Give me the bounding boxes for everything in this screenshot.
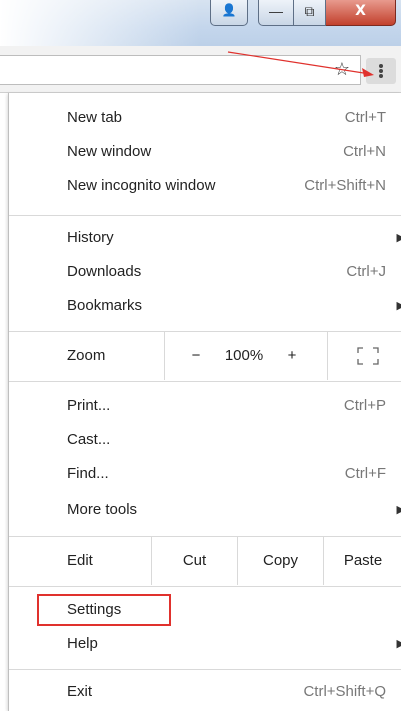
menu-separator [9, 215, 401, 216]
menu-item-shortcut: Ctrl+Shift+Q [303, 683, 386, 700]
menu-item-label: Cast... [67, 431, 111, 448]
paste-button[interactable]: Paste [324, 537, 401, 585]
edit-row: Edit Cut Copy Paste [9, 537, 401, 585]
restore-icon: ⧉ [304, 3, 315, 19]
close-icon: X [355, 3, 366, 19]
menu-item-label: Print... [67, 397, 111, 414]
menu-item-label: Bookmarks [67, 297, 143, 314]
menu-dot-icon [379, 69, 383, 73]
menu-item-exit[interactable]: Exit Ctrl+Shift+Q [9, 675, 401, 709]
cell-separator [164, 332, 165, 380]
menu-item-label: New tab [67, 109, 123, 126]
menu-item-cast[interactable]: Cast... [9, 423, 401, 457]
menu-item-label: More tools [67, 501, 138, 518]
submenu-arrow-icon: ▶ [396, 638, 401, 650]
menu-item-more-tools[interactable]: More tools ▶ [9, 493, 401, 527]
maximize-button[interactable]: ⧉ [294, 0, 326, 26]
fullscreen-button[interactable] [353, 332, 383, 380]
menu-item-label: New window [67, 143, 152, 160]
cell-separator [327, 332, 328, 380]
menu-item-label: Find... [67, 465, 109, 482]
menu-item-shortcut: Ctrl+P [343, 397, 386, 414]
menu-item-shortcut: Ctrl+T [344, 109, 386, 126]
menu-item-shortcut: Ctrl+J [346, 263, 386, 280]
submenu-arrow-icon: ▶ [396, 504, 401, 516]
minimize-button[interactable]: — [258, 0, 294, 26]
zoom-row: Zoom − 100% + [9, 332, 401, 380]
menu-dot-icon [379, 64, 383, 68]
bookmark-star-icon[interactable]: ☆ [334, 59, 350, 80]
menu-separator [9, 381, 401, 382]
close-button[interactable]: X [326, 0, 396, 26]
menu-item-help[interactable]: Help ▶ [9, 627, 401, 661]
profile-button[interactable]: 👤 [210, 0, 248, 26]
zoom-label: Zoom [67, 347, 106, 364]
menu-item-label: Help [67, 635, 98, 652]
zoom-level: 100% [224, 347, 264, 364]
menu-item-print[interactable]: Print... Ctrl+P [9, 389, 401, 423]
fullscreen-icon [357, 347, 379, 365]
profile-icon: 👤 [221, 3, 237, 17]
menu-item-new-tab[interactable]: New tab Ctrl+T [9, 101, 401, 135]
menu-dot-icon [379, 74, 383, 78]
title-bar-gradient [0, 0, 200, 46]
menu-item-label: New incognito window [67, 177, 216, 194]
copy-button[interactable]: Copy [238, 537, 323, 585]
menu-item-bookmarks[interactable]: Bookmarks ▶ [9, 289, 401, 323]
zoom-in-button[interactable]: + [277, 332, 307, 380]
menu-item-shortcut: Ctrl+Shift+N [304, 177, 386, 194]
settings-highlight-box [37, 594, 171, 626]
menu-item-new-incognito-window[interactable]: New incognito window Ctrl+Shift+N [9, 169, 401, 203]
zoom-out-button[interactable]: − [181, 332, 211, 380]
menu-item-shortcut: Ctrl+F [344, 465, 386, 482]
browser-toolbar: ☆ [0, 46, 401, 93]
window-title-bar: 👤 — ⧉ X [0, 0, 401, 46]
menu-item-new-window[interactable]: New window Ctrl+N [9, 135, 401, 169]
chrome-dropdown-menu: New tab Ctrl+T New window Ctrl+N New inc… [8, 93, 401, 711]
address-bar[interactable]: ☆ [0, 55, 361, 85]
cut-button[interactable]: Cut [152, 537, 237, 585]
submenu-arrow-icon: ▶ [396, 300, 401, 312]
menu-separator [9, 669, 401, 670]
menu-item-history[interactable]: History ▶ [9, 221, 401, 255]
chrome-menu-button[interactable] [366, 58, 396, 84]
edit-label: Edit [67, 552, 93, 569]
minimize-icon: — [269, 3, 283, 19]
menu-item-label: Downloads [67, 263, 142, 280]
submenu-arrow-icon: ▶ [396, 232, 401, 244]
menu-item-label: Exit [67, 683, 93, 700]
menu-item-downloads[interactable]: Downloads Ctrl+J [9, 255, 401, 289]
menu-item-label: History [67, 229, 114, 246]
menu-item-shortcut: Ctrl+N [343, 143, 386, 160]
menu-separator [9, 586, 401, 587]
menu-item-find[interactable]: Find... Ctrl+F [9, 457, 401, 491]
